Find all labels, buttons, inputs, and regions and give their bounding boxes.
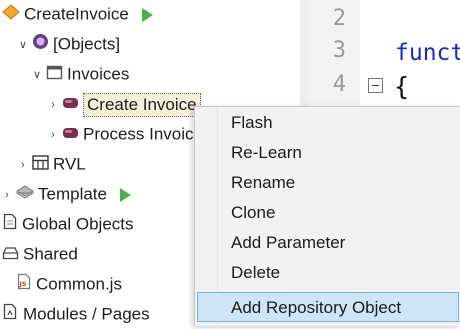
chevron-right-icon[interactable]: › — [16, 151, 30, 179]
code-keyword: funct — [395, 40, 460, 66]
table-icon — [32, 151, 49, 179]
tree-item-global-objects[interactable]: Global Objects — [0, 210, 134, 238]
tree-item-label: Global Objects — [22, 214, 134, 234]
chevron-right-icon[interactable]: › — [46, 121, 60, 149]
context-menu: Flash Re-Learn Rename Clone Add Paramete… — [194, 106, 460, 326]
tree-item-label: Modules / Pages — [23, 304, 150, 324]
line-number: 4 — [332, 72, 346, 97]
line-number: 3 — [332, 38, 346, 63]
tree-item-invoices[interactable]: ∨ Invoices — [30, 60, 129, 88]
menu-item-relearn[interactable]: Re-Learn — [195, 138, 460, 168]
chevron-right-icon[interactable]: › — [46, 91, 60, 119]
repository-object-icon — [62, 121, 79, 149]
tree-item-template[interactable]: › Template — [0, 180, 131, 208]
tree-item-label: Invoices — [67, 64, 130, 84]
modules-icon — [2, 301, 19, 329]
objects-icon — [32, 31, 49, 59]
line-number: 2 — [332, 6, 346, 31]
tree-item-label-selected: Create Invoice — [83, 92, 201, 117]
shared-icon — [2, 241, 19, 269]
tree-item-modules-pages[interactable]: Modules / Pages — [0, 300, 150, 328]
tree-item-rvl[interactable]: › RVL — [16, 150, 86, 178]
menu-item-clone[interactable]: Clone — [195, 198, 460, 228]
tree-item-shared[interactable]: Shared — [0, 240, 78, 268]
js-file-icon: JS — [16, 271, 32, 299]
template-icon — [14, 181, 36, 209]
tree-item-label: Template — [38, 184, 107, 204]
menu-item-rename[interactable]: Rename — [195, 168, 460, 198]
repository-object-icon — [62, 91, 79, 119]
svg-text:JS: JS — [19, 280, 27, 288]
code-brace: { — [394, 72, 410, 101]
run-play-icon[interactable] — [119, 187, 131, 202]
chevron-right-icon[interactable]: › — [0, 181, 14, 209]
tree-item-createinvoice[interactable]: CreateInvoice — [0, 0, 153, 28]
folder-window-icon — [46, 61, 63, 89]
collapse-fold-icon[interactable] — [368, 78, 383, 93]
tree-item-label: [Objects] — [53, 34, 121, 54]
menu-item-add-repository-object[interactable]: Add Repository Object — [197, 292, 459, 322]
document-icon — [2, 211, 18, 239]
tree-item-label: Process Invoic — [83, 124, 194, 144]
tree-item-label: Common.js — [36, 274, 122, 294]
tree-item-label: Shared — [23, 244, 78, 264]
tree-item-label: CreateInvoice — [24, 4, 129, 24]
tree-item-process-invoice[interactable]: › Process Invoic — [46, 120, 194, 149]
tree-item-label: RVL — [53, 154, 86, 174]
tree-item-common-js[interactable]: JS Common.js — [14, 270, 122, 298]
chevron-down-icon[interactable]: ∨ — [16, 31, 30, 59]
menu-item-delete[interactable]: Delete — [195, 258, 460, 288]
diamond-icon — [2, 1, 20, 29]
tree-item-create-invoice[interactable]: › Create Invoice — [46, 90, 201, 118]
menu-item-add-parameter[interactable]: Add Parameter — [195, 228, 460, 258]
run-play-icon[interactable] — [141, 7, 153, 22]
menu-item-flash[interactable]: Flash — [195, 108, 460, 138]
chevron-down-icon[interactable]: ∨ — [30, 61, 44, 89]
tree-item-objects[interactable]: ∨ [Objects] — [16, 30, 120, 58]
